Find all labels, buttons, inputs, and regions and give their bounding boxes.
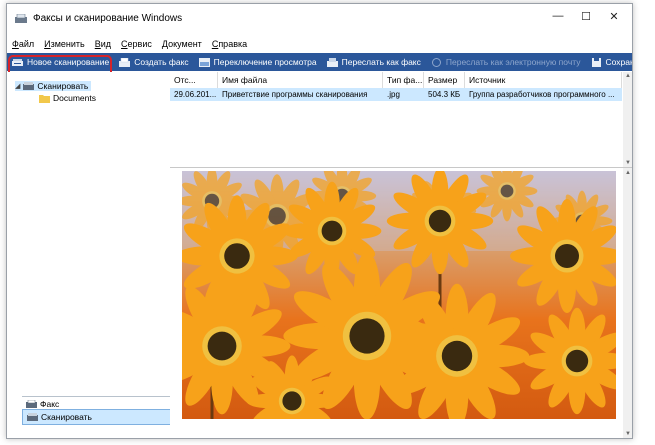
file-list: Отс... Имя файла Тип фа... Размер Источн… <box>170 72 632 167</box>
app-window: Факсы и сканирование Windows — ☐ ✕ Файл … <box>6 3 633 439</box>
cell-date: 29.06.201... <box>174 90 217 99</box>
tree-item-label: Сканировать <box>37 81 89 91</box>
minimize-icon: — <box>552 10 564 22</box>
daisies-photo <box>182 171 616 419</box>
scanner-icon <box>23 82 35 90</box>
nav-scan-label: Сканировать <box>41 412 92 422</box>
scroll-up-icon[interactable]: ▲ <box>625 170 631 176</box>
email-icon <box>431 57 441 67</box>
save-icon <box>591 57 601 67</box>
forward-fax-icon <box>326 57 338 67</box>
tree-item-documents[interactable]: Documents <box>39 93 96 103</box>
table-row[interactable]: 29.06.201... Приветствие программы скани… <box>170 88 622 101</box>
column-header-filename[interactable]: Имя файла <box>218 72 383 88</box>
close-button[interactable]: ✕ <box>597 4 631 28</box>
forward-email-button[interactable]: Переслать как электронную почту <box>427 53 587 71</box>
toggle-view-label: Переключение просмотра <box>213 57 317 67</box>
nav-fax-label: Факс <box>40 399 60 409</box>
scroll-down-icon[interactable]: ▼ <box>625 160 631 166</box>
preview-image <box>182 171 616 419</box>
menu-edit[interactable]: Изменить <box>39 37 90 52</box>
title-bar: Факсы и сканирование Windows — ☐ ✕ <box>7 4 632 34</box>
cell-size: 504.3 КБ <box>428 90 461 99</box>
menu-tools[interactable]: Сервис <box>116 37 157 52</box>
list-scrollbar[interactable]: ▲ ▼ <box>623 72 632 167</box>
folder-icon <box>39 94 50 103</box>
menu-document[interactable]: Документ <box>157 37 207 52</box>
preview-pane: ▲ ▼ <box>170 167 632 438</box>
menu-file[interactable]: Файл <box>7 37 39 52</box>
toggle-view-button[interactable]: Переключение просмотра <box>195 53 323 71</box>
forward-email-label: Переслать как электронную почту <box>445 57 581 67</box>
save-as-button[interactable]: Сохранить как... <box>587 53 633 71</box>
fax-icon <box>26 400 37 408</box>
window-title: Факсы и сканирование Windows <box>33 13 183 24</box>
navigation-pane: ◢ Сканировать Documents Факс Сканировать <box>7 72 176 438</box>
fax-icon <box>119 57 131 67</box>
chevron-down-icon: ◢ <box>15 83 21 90</box>
column-header-source[interactable]: Источник <box>465 72 622 88</box>
save-as-label: Сохранить как... <box>605 57 633 67</box>
cell-type: .jpg <box>387 90 400 99</box>
menu-view[interactable]: Вид <box>90 37 116 52</box>
column-header-date[interactable]: Отс... <box>170 72 218 88</box>
menu-bar: Файл Изменить Вид Сервис Документ Справк… <box>7 37 632 52</box>
forward-fax-button[interactable]: Переслать как факс <box>323 53 427 71</box>
scroll-down-icon[interactable]: ▼ <box>625 431 631 437</box>
preview-scrollbar[interactable]: ▲ ▼ <box>623 168 632 438</box>
forward-fax-label: Переслать как факс <box>341 57 421 67</box>
cell-filename: Приветствие программы сканирования <box>222 90 368 99</box>
tree-item-scan[interactable]: ◢ Сканировать <box>15 81 92 91</box>
fax-scan-app-icon <box>15 14 27 23</box>
create-fax-button[interactable]: Создать факс <box>115 53 194 71</box>
scroll-up-icon[interactable]: ▲ <box>625 73 631 79</box>
cell-source: Группа разработчиков программного ... <box>469 90 615 99</box>
menu-help[interactable]: Справка <box>207 37 252 52</box>
create-fax-label: Создать факс <box>134 57 189 67</box>
scanner-icon <box>27 413 38 421</box>
nav-scan-button[interactable]: Сканировать <box>22 409 176 425</box>
column-header-type[interactable]: Тип фа... <box>383 72 424 88</box>
maximize-icon: ☐ <box>581 10 591 23</box>
tree-item-label: Documents <box>53 93 96 103</box>
column-header-size[interactable]: Размер <box>424 72 465 88</box>
view-toggle-icon <box>198 57 210 67</box>
close-icon: ✕ <box>609 10 619 23</box>
